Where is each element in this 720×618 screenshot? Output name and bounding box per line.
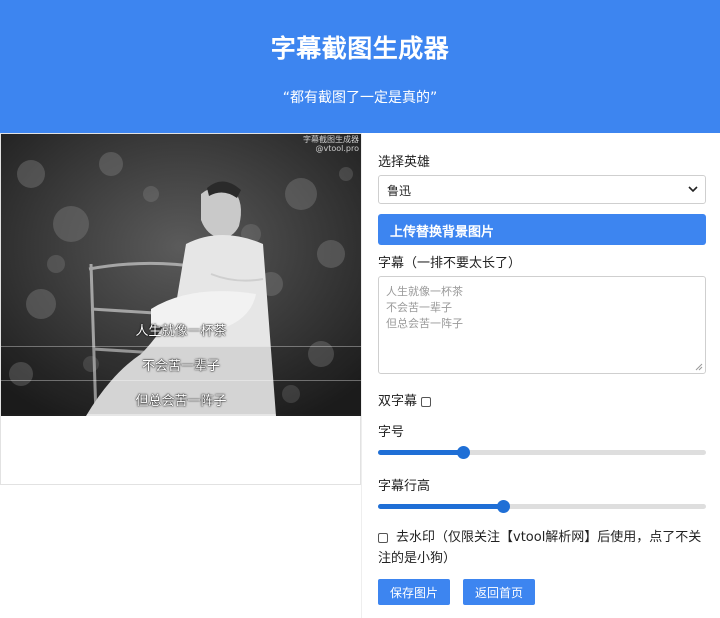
hero-label: 选择英雄 (378, 155, 431, 170)
settings-form: 选择英雄 鲁迅 上传替换背景图片 字幕（一排不要太长了） 人生就像一杯茶 不会苦… (361, 133, 720, 618)
hero-select-value: 鲁迅 (387, 184, 412, 198)
font-size-label: 字号 (378, 425, 405, 440)
resize-grip-icon[interactable] (695, 363, 703, 371)
watermark: 字幕截图生成器 @vtool.pro (303, 135, 359, 153)
remove-watermark-label: 去水印（仅限关注【vtool解析网】后使用，点了不关注的是小狗） (378, 530, 702, 566)
slider-thumb[interactable] (457, 446, 471, 459)
double-caption-label: 双字幕 (378, 394, 418, 409)
return-home-button[interactable]: 返回首页 (463, 579, 536, 605)
line-height-slider[interactable] (378, 498, 706, 514)
screenshot-preview: 字幕截图生成器 @vtool.pro 人生就像一杯茶 不会苦一辈子 但总会苦一阵… (0, 133, 361, 485)
upload-background-button[interactable]: 上传替换背景图片 (378, 214, 706, 245)
double-caption-checkbox[interactable] (421, 396, 432, 407)
font-size-slider[interactable] (378, 444, 706, 460)
slider-fill (378, 504, 503, 509)
double-caption-row: 双字幕 (378, 390, 432, 409)
chevron-down-icon (688, 186, 698, 193)
placeholder-line: 不会苦一辈子 (386, 301, 452, 314)
subtitle-line-3: 但总会苦一阵子 (135, 394, 227, 409)
line-height-label: 字幕行高 (378, 479, 431, 494)
page-header: 字幕截图生成器 “都有截图了一定是真的” (0, 0, 720, 133)
subtitle-line-1: 人生就像一杯茶 (135, 324, 227, 339)
page-title: 字幕截图生成器 (270, 34, 450, 63)
caption-textarea[interactable]: 人生就像一杯茶 不会苦一辈子 但总会苦一阵子 (378, 276, 706, 374)
remove-watermark-row: 去水印（仅限关注【vtool解析网】后使用，点了不关注的是小狗） (378, 527, 703, 569)
save-image-button[interactable]: 保存图片 (378, 579, 451, 605)
slider-thumb[interactable] (496, 500, 510, 513)
background-photo: 字幕截图生成器 @vtool.pro 人生就像一杯茶 不会苦一辈子 但总会苦一阵… (1, 134, 361, 416)
page-subtitle: “都有截图了一定是真的” (282, 90, 438, 106)
subtitle-line-2: 不会苦一辈子 (141, 359, 220, 374)
hero-select[interactable]: 鲁迅 (378, 175, 706, 204)
slider-fill (378, 450, 464, 455)
placeholder-line: 但总会苦一阵子 (386, 317, 463, 330)
placeholder-line: 人生就像一杯茶 (386, 285, 463, 298)
caption-label: 字幕（一排不要太长了） (378, 256, 522, 271)
remove-watermark-checkbox[interactable] (378, 532, 388, 543)
